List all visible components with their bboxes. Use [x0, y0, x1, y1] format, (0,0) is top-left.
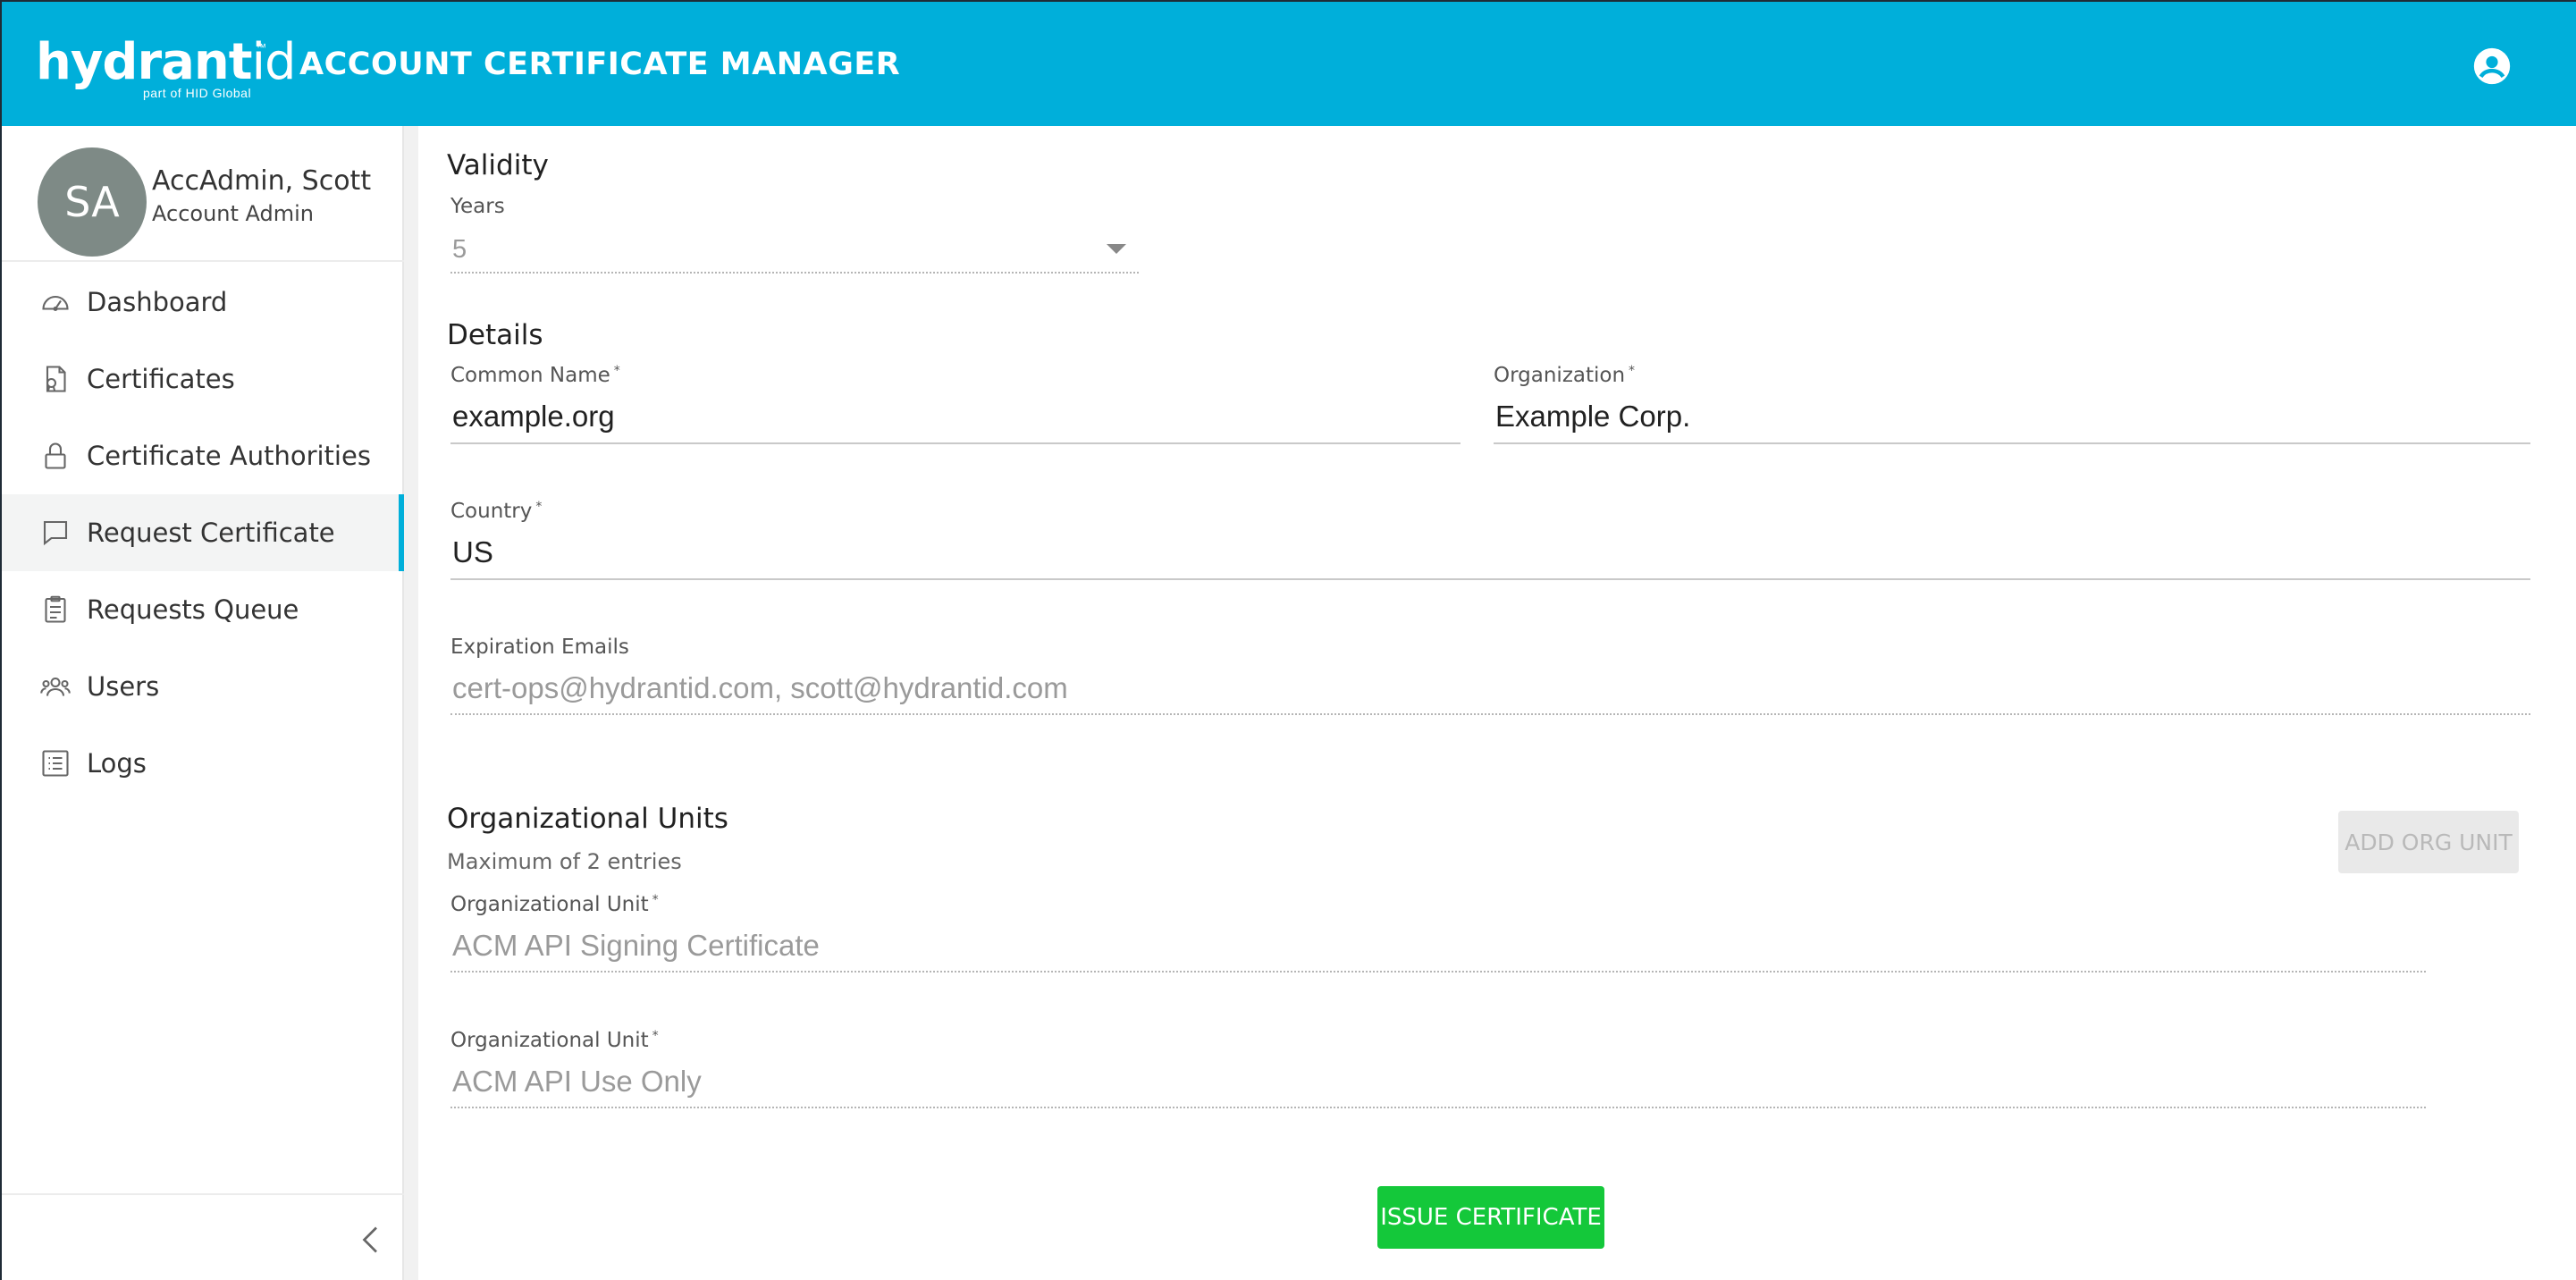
country-field[interactable]: US: [452, 535, 493, 569]
chevron-left-icon[interactable]: [358, 1224, 384, 1256]
org-unit-label: Organizational Unit *: [450, 1029, 659, 1052]
dashboard-icon: [42, 295, 69, 312]
sidebar-item-label: Certificate Authorities: [87, 441, 371, 471]
chat-icon: [43, 520, 68, 546]
app-title: ACCOUNT CERTIFICATE MANAGER: [299, 46, 901, 82]
account-circle-icon[interactable]: [2472, 46, 2512, 86]
profile-role: Account Admin: [152, 201, 315, 226]
sidebar-item-label: Logs: [87, 748, 147, 779]
sidebar-item-label: Users: [87, 671, 160, 702]
expiration-emails-label: Expiration Emails: [450, 636, 629, 659]
certificate-icon: [46, 366, 66, 392]
sidebar-item-label: Dashboard: [87, 287, 228, 317]
add-org-unit-button[interactable]: ADD ORG UNIT: [2338, 811, 2519, 873]
sidebar-item-label: Requests Queue: [87, 594, 299, 625]
logo-subtitle: part of HID Global: [143, 86, 252, 100]
list-icon: [42, 750, 69, 777]
sidebar-item-logs[interactable]: Logs: [2, 725, 404, 802]
org-unit-underline: [450, 971, 2426, 973]
sidebar-footer: [2, 1193, 404, 1280]
sidebar-item-label: Request Certificate: [87, 518, 335, 548]
avatar: SA: [38, 147, 147, 257]
years-label: Years: [450, 195, 505, 218]
sidebar-item-certificates[interactable]: Certificates: [2, 341, 404, 417]
sidebar-item-dashboard[interactable]: Dashboard: [2, 264, 404, 341]
details-title: Details: [447, 319, 543, 351]
users-icon: [40, 677, 71, 696]
expiration-emails-underline: [450, 713, 2530, 715]
org-unit-field[interactable]: ACM API Signing Certificate: [452, 929, 820, 963]
lock-icon: [45, 442, 66, 469]
content-divider: [404, 126, 418, 1280]
org-unit-field[interactable]: ACM API Use Only: [452, 1065, 702, 1099]
years-underline: [450, 272, 1139, 274]
issue-certificate-button[interactable]: ISSUE CERTIFICATE: [1377, 1186, 1604, 1249]
sidebar: SA AccAdmin, Scott Account Admin Dashboa…: [0, 126, 404, 1280]
app-header: hydrantid ™ part of HID Global ACCOUNT C…: [0, 0, 2576, 126]
sidebar-item-users[interactable]: Users: [2, 648, 404, 725]
logo-trademark: ™: [256, 41, 266, 54]
years-select[interactable]: 5: [452, 235, 467, 265]
profile-name: AccAdmin, Scott: [152, 165, 372, 197]
organization-underline: [1494, 442, 2530, 444]
country-label: Country *: [450, 500, 543, 523]
common-name-field[interactable]: example.org: [452, 400, 615, 434]
user-profile: SA AccAdmin, Scott Account Admin: [2, 126, 404, 262]
common-name-underline: [450, 442, 1461, 444]
org-unit-label: Organizational Unit *: [450, 893, 659, 916]
expiration-emails-field[interactable]: cert-ops@hydrantid.com, scott@hydrantid.…: [452, 671, 1068, 705]
org-unit-underline: [450, 1107, 2426, 1108]
clipboard-icon: [45, 595, 66, 623]
org-units-title: Organizational Units: [447, 803, 728, 835]
country-underline: [450, 578, 2530, 580]
sidebar-item-certificate-authorities[interactable]: Certificate Authorities: [2, 417, 404, 494]
common-name-label: Common Name *: [450, 364, 620, 387]
sidebar-item-label: Certificates: [87, 364, 235, 394]
chevron-down-icon[interactable]: [1107, 244, 1126, 254]
logo-wordmark: hydrantid: [36, 33, 297, 91]
sidebar-item-requests-queue[interactable]: Requests Queue: [2, 571, 404, 648]
org-units-hint: Maximum of 2 entries: [447, 849, 682, 874]
validity-title: Validity: [447, 149, 549, 181]
hydrantid-logo[interactable]: hydrantid ™ part of HID Global: [36, 33, 297, 102]
organization-field[interactable]: Example Corp.: [1495, 400, 1690, 434]
organization-label: Organization *: [1494, 364, 1636, 387]
request-certificate-form: Validity Years 5 Details Common Name * ex…: [418, 126, 2576, 1280]
sidebar-item-request-certificate[interactable]: Request Certificate: [2, 494, 404, 571]
